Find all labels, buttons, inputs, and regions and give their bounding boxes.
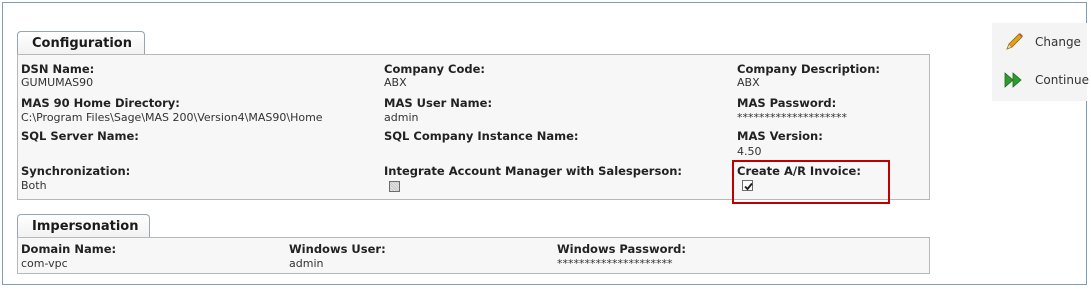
dsn-name-label: DSN Name: bbox=[21, 62, 95, 76]
integrate-account-manager-checkbox[interactable] bbox=[389, 181, 400, 192]
home-directory-value: C:\Program Files\Sage\MAS 200\Version4\M… bbox=[21, 111, 323, 124]
domain-name-label: Domain Name: bbox=[21, 242, 117, 256]
windows-user-value: admin bbox=[289, 257, 324, 270]
pencil-icon bbox=[1003, 32, 1025, 52]
change-label: Change bbox=[1035, 35, 1081, 49]
continue-label: Continue bbox=[1035, 73, 1089, 87]
integrate-account-manager-label: Integrate Account Manager with Salespers… bbox=[384, 164, 683, 178]
company-description-value: ABX bbox=[737, 76, 760, 89]
window-frame: Configuration DSN Name: GUMUMAS90 Compan… bbox=[2, 2, 1089, 285]
sql-company-instance-label: SQL Company Instance Name: bbox=[384, 129, 579, 143]
company-code-value: ABX bbox=[384, 76, 407, 89]
windows-password-value: ********************* bbox=[557, 257, 673, 270]
windows-password-label: Windows Password: bbox=[557, 242, 687, 256]
fast-forward-icon bbox=[1003, 70, 1025, 90]
create-ar-invoice-highlight bbox=[732, 160, 890, 204]
mas-password-label: MAS Password: bbox=[737, 96, 837, 110]
company-code-label: Company Code: bbox=[384, 62, 485, 76]
mas-password-value: ******************** bbox=[737, 111, 847, 124]
company-description-label: Company Description: bbox=[737, 62, 880, 76]
mas-user-name-value: admin bbox=[384, 111, 419, 124]
action-panel: Change Continue bbox=[992, 23, 1089, 101]
synchronization-value: Both bbox=[21, 179, 47, 192]
windows-user-label: Windows User: bbox=[289, 242, 386, 256]
sql-server-name-label: SQL Server Name: bbox=[21, 129, 139, 143]
home-directory-label: MAS 90 Home Directory: bbox=[21, 96, 180, 110]
continue-button[interactable]: Continue bbox=[992, 68, 1089, 92]
change-button[interactable]: Change bbox=[992, 30, 1087, 54]
configuration-tab: Configuration bbox=[17, 31, 145, 55]
synchronization-label: Synchronization: bbox=[21, 164, 131, 178]
impersonation-panel: Domain Name: com-vpc Windows User: admin… bbox=[17, 237, 930, 274]
domain-name-value: com-vpc bbox=[21, 257, 68, 270]
mas-version-value: 4.50 bbox=[737, 145, 762, 158]
dsn-name-value: GUMUMAS90 bbox=[21, 76, 94, 89]
impersonation-tab: Impersonation bbox=[17, 214, 150, 238]
mas-user-name-label: MAS User Name: bbox=[384, 96, 493, 110]
mas-version-label: MAS Version: bbox=[737, 129, 823, 143]
